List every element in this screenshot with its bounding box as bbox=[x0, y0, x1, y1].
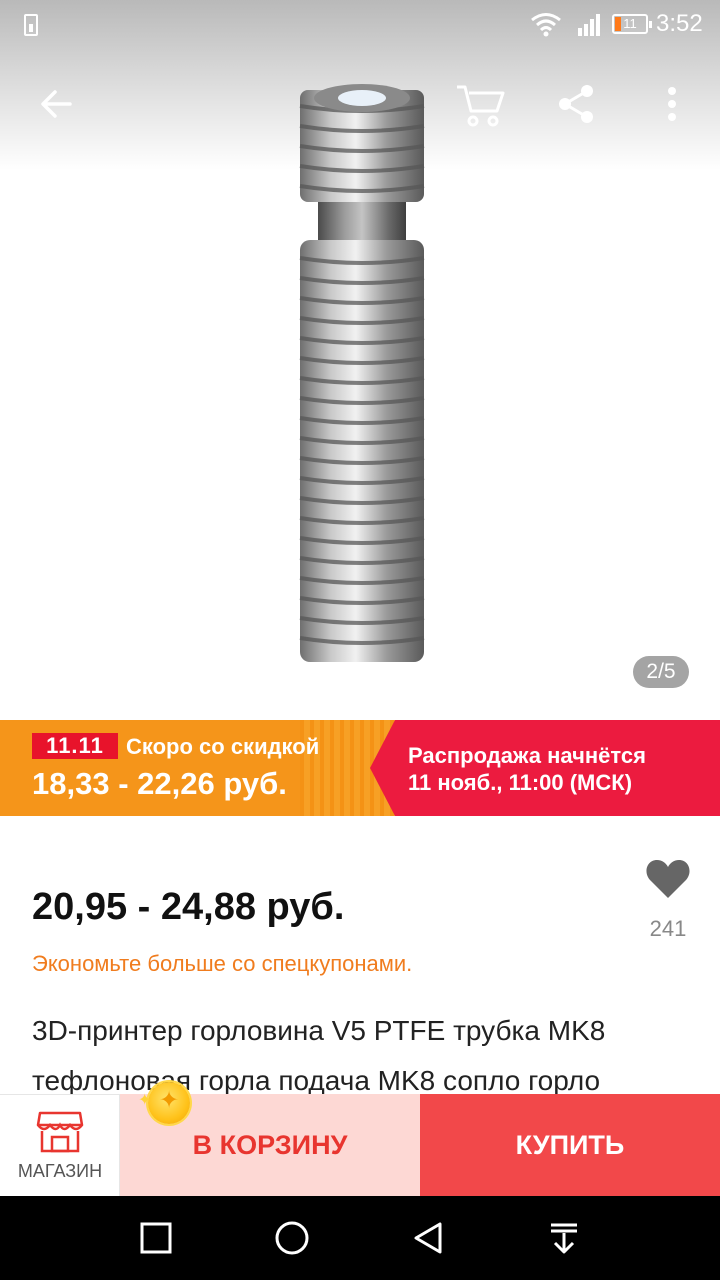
cart-icon bbox=[457, 85, 505, 127]
product-price: 20,95 - 24,88 руб. bbox=[32, 886, 345, 928]
share-icon bbox=[559, 85, 593, 123]
more-vert-icon bbox=[668, 87, 676, 121]
bottom-action-bar: МАГАЗИН В КОРЗИНУ КУПИТЬ bbox=[0, 1094, 720, 1196]
buy-now-button[interactable]: КУПИТЬ bbox=[420, 1094, 720, 1196]
wishlist-button[interactable] bbox=[645, 858, 691, 905]
status-bar: 11 3:52 bbox=[0, 0, 720, 50]
clock: 3:52 bbox=[656, 10, 703, 37]
cart-button[interactable] bbox=[454, 78, 506, 130]
sale-badge: 11.11 bbox=[32, 733, 118, 759]
back-icon bbox=[414, 1222, 442, 1254]
home-icon bbox=[275, 1221, 309, 1255]
image-page-indicator: 2/5 bbox=[633, 656, 689, 688]
store-label: МАГАЗИН bbox=[17, 1161, 103, 1181]
sale-start-label: Распродажа начнётся bbox=[408, 743, 646, 768]
notification-pull-button[interactable] bbox=[542, 1216, 586, 1260]
sparkle-icon: ✦ bbox=[138, 1092, 152, 1109]
system-back-button[interactable] bbox=[406, 1216, 450, 1260]
more-options-button[interactable] bbox=[646, 78, 698, 130]
wishlist-count: 241 bbox=[649, 916, 687, 941]
product-gallery[interactable] bbox=[0, 0, 720, 720]
wifi-icon bbox=[531, 13, 561, 37]
sale-start-date: 11 нояб., 11:00 (МСК) bbox=[408, 770, 633, 795]
product-title-line: 3D-принтер горловина V5 PTFE трубка MK8 bbox=[32, 1015, 606, 1046]
promo-soon-label: Скоро со скидкой bbox=[126, 734, 320, 759]
promo-price: 18,33 - 22,26 руб. bbox=[32, 766, 287, 801]
store-icon bbox=[36, 1111, 84, 1153]
back-arrow-icon bbox=[41, 90, 72, 118]
recent-apps-icon bbox=[140, 1222, 172, 1254]
battery-level: 11 bbox=[623, 16, 637, 31]
heart-icon bbox=[646, 860, 690, 898]
recent-apps-button[interactable] bbox=[134, 1216, 178, 1260]
battery-icon: 11 bbox=[612, 14, 652, 34]
notification-pull-icon bbox=[551, 1223, 577, 1254]
sim-icon bbox=[24, 14, 38, 36]
product-image bbox=[299, 84, 425, 662]
home-button[interactable] bbox=[270, 1216, 314, 1260]
back-button[interactable] bbox=[30, 78, 82, 130]
coupon-link[interactable]: Экономьте больше со спецкупонами. bbox=[32, 951, 412, 977]
coin-icon[interactable] bbox=[148, 1082, 190, 1124]
signal-icon bbox=[578, 14, 600, 36]
system-nav-bar bbox=[0, 1196, 720, 1280]
store-button[interactable]: МАГАЗИН bbox=[0, 1094, 120, 1196]
share-button[interactable] bbox=[550, 78, 602, 130]
product-title: 3D-принтер горловина V5 PTFE трубка MK8 … bbox=[32, 1006, 702, 1106]
